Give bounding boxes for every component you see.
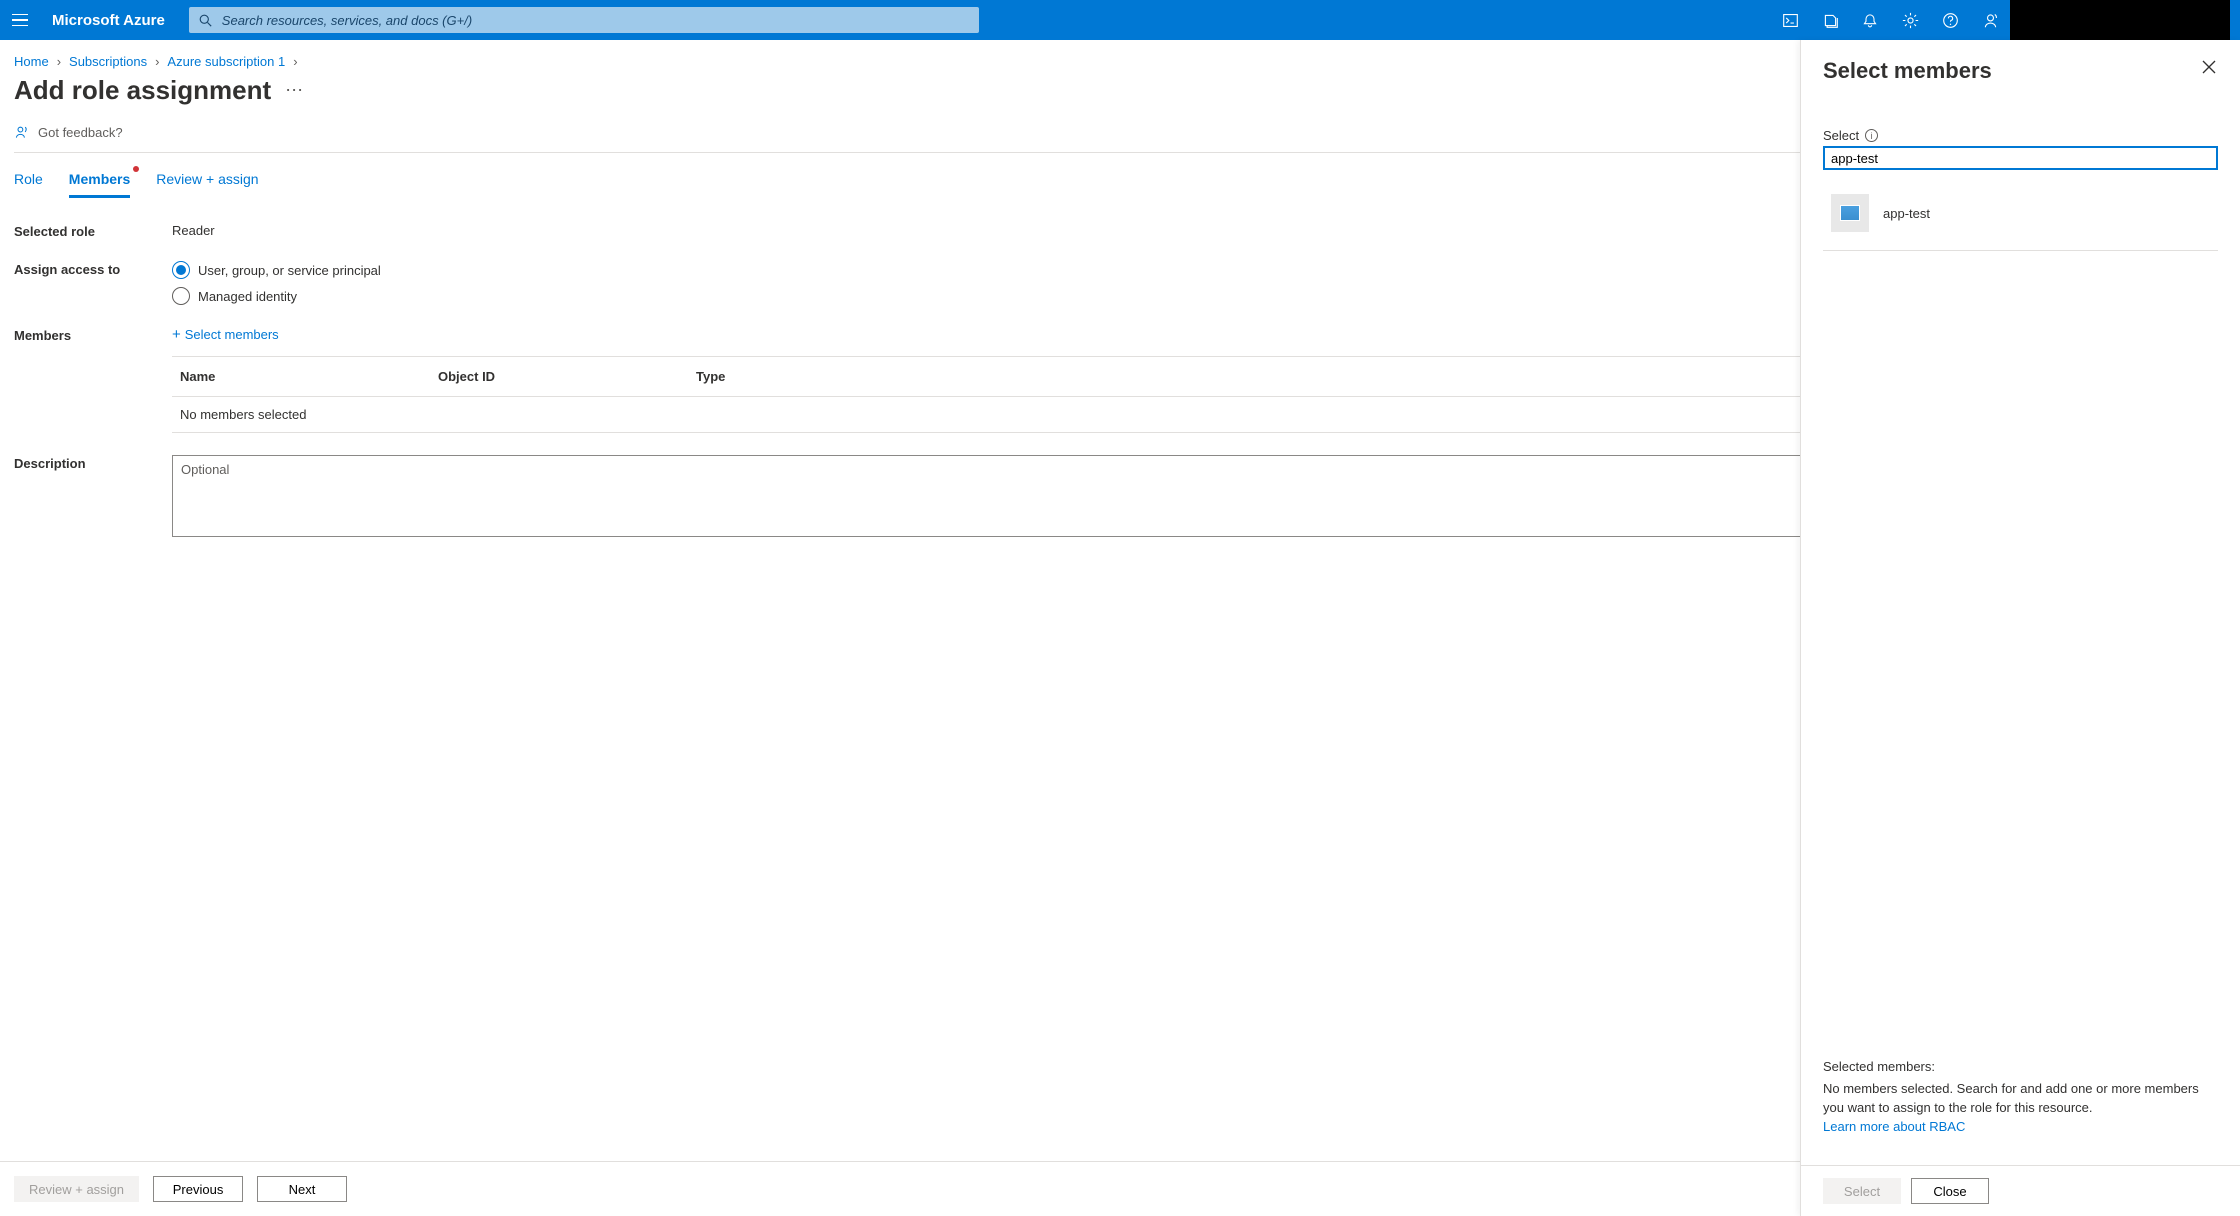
breadcrumb-home[interactable]: Home [14, 54, 49, 69]
next-button[interactable]: Next [257, 1176, 347, 1202]
selected-role-label: Selected role [14, 223, 172, 239]
select-members-link[interactable]: + Select members [172, 327, 279, 342]
panel-search-input[interactable] [1823, 146, 2218, 170]
selected-members-text: No members selected. Search for and add … [1823, 1080, 2218, 1118]
assign-access-label: Assign access to [14, 261, 172, 305]
col-name: Name [180, 369, 438, 384]
col-object-id: Object ID [438, 369, 696, 384]
feedback-label: Got feedback? [38, 125, 123, 140]
chevron-right-icon: › [293, 54, 297, 69]
global-search-input[interactable] [222, 13, 969, 28]
close-icon [2202, 60, 2216, 74]
brand-label[interactable]: Microsoft Azure [52, 12, 165, 29]
select-members-panel: Select members Select i app-test Selecte… [1800, 40, 2240, 1216]
result-item-app-test[interactable]: app-test [1823, 192, 2218, 250]
panel-close-button[interactable]: Close [1911, 1178, 1989, 1204]
previous-button[interactable]: Previous [153, 1176, 243, 1202]
person-voice-icon [14, 124, 30, 140]
panel-select-button: Select [1823, 1178, 1901, 1204]
select-members-link-label: Select members [185, 327, 279, 342]
tab-indicator-dot [133, 166, 139, 172]
search-icon [199, 14, 212, 27]
learn-more-rbac-link[interactable]: Learn more about RBAC [1823, 1119, 1965, 1134]
tab-role[interactable]: Role [14, 171, 43, 198]
panel-select-label: Select [1823, 128, 1859, 143]
panel-footer: Select Close [1801, 1165, 2240, 1216]
panel-body: Select members Select i app-test Selecte… [1801, 40, 2240, 1165]
hamburger-menu-icon[interactable] [12, 7, 38, 33]
help-icon[interactable] [1930, 0, 1970, 40]
plus-icon: + [172, 327, 181, 342]
tab-members[interactable]: Members [69, 171, 130, 198]
topbar-icons [1770, 0, 2010, 40]
result-item-name: app-test [1883, 206, 1930, 221]
chevron-right-icon: › [155, 54, 159, 69]
breadcrumb-current[interactable]: Azure subscription 1 [167, 54, 285, 69]
tab-review[interactable]: Review + assign [156, 171, 258, 198]
description-label: Description [14, 455, 172, 540]
page-title: Add role assignment [14, 75, 271, 106]
members-label: Members [14, 327, 172, 433]
radio-label-user: User, group, or service principal [198, 263, 381, 278]
radio-circle-icon [172, 261, 190, 279]
feedback-icon[interactable] [1970, 0, 2010, 40]
topbar: Microsoft Azure [0, 0, 2240, 40]
user-account-block[interactable] [2010, 0, 2230, 40]
chevron-right-icon: › [57, 54, 61, 69]
more-options-icon[interactable]: ⋯ [285, 81, 304, 99]
panel-title: Select members [1823, 58, 1992, 84]
review-assign-button: Review + assign [14, 1176, 139, 1202]
notifications-icon[interactable] [1850, 0, 1890, 40]
selected-members-block: Selected members: No members selected. S… [1823, 1058, 2218, 1137]
radio-label-managed: Managed identity [198, 289, 297, 304]
info-icon[interactable]: i [1865, 129, 1878, 142]
settings-gear-icon[interactable] [1890, 0, 1930, 40]
close-panel-button[interactable] [2200, 58, 2218, 76]
global-search[interactable] [189, 7, 979, 33]
panel-select-label-row: Select i [1823, 128, 2218, 143]
app-registration-icon [1831, 194, 1869, 232]
radio-circle-icon [172, 287, 190, 305]
breadcrumb-subscriptions[interactable]: Subscriptions [69, 54, 147, 69]
search-results: app-test [1823, 192, 2218, 251]
directories-icon[interactable] [1810, 0, 1850, 40]
selected-members-heading: Selected members: [1823, 1058, 2218, 1077]
cloud-shell-icon[interactable] [1770, 0, 1810, 40]
panel-header: Select members [1823, 58, 2218, 84]
tab-members-label: Members [69, 171, 130, 187]
